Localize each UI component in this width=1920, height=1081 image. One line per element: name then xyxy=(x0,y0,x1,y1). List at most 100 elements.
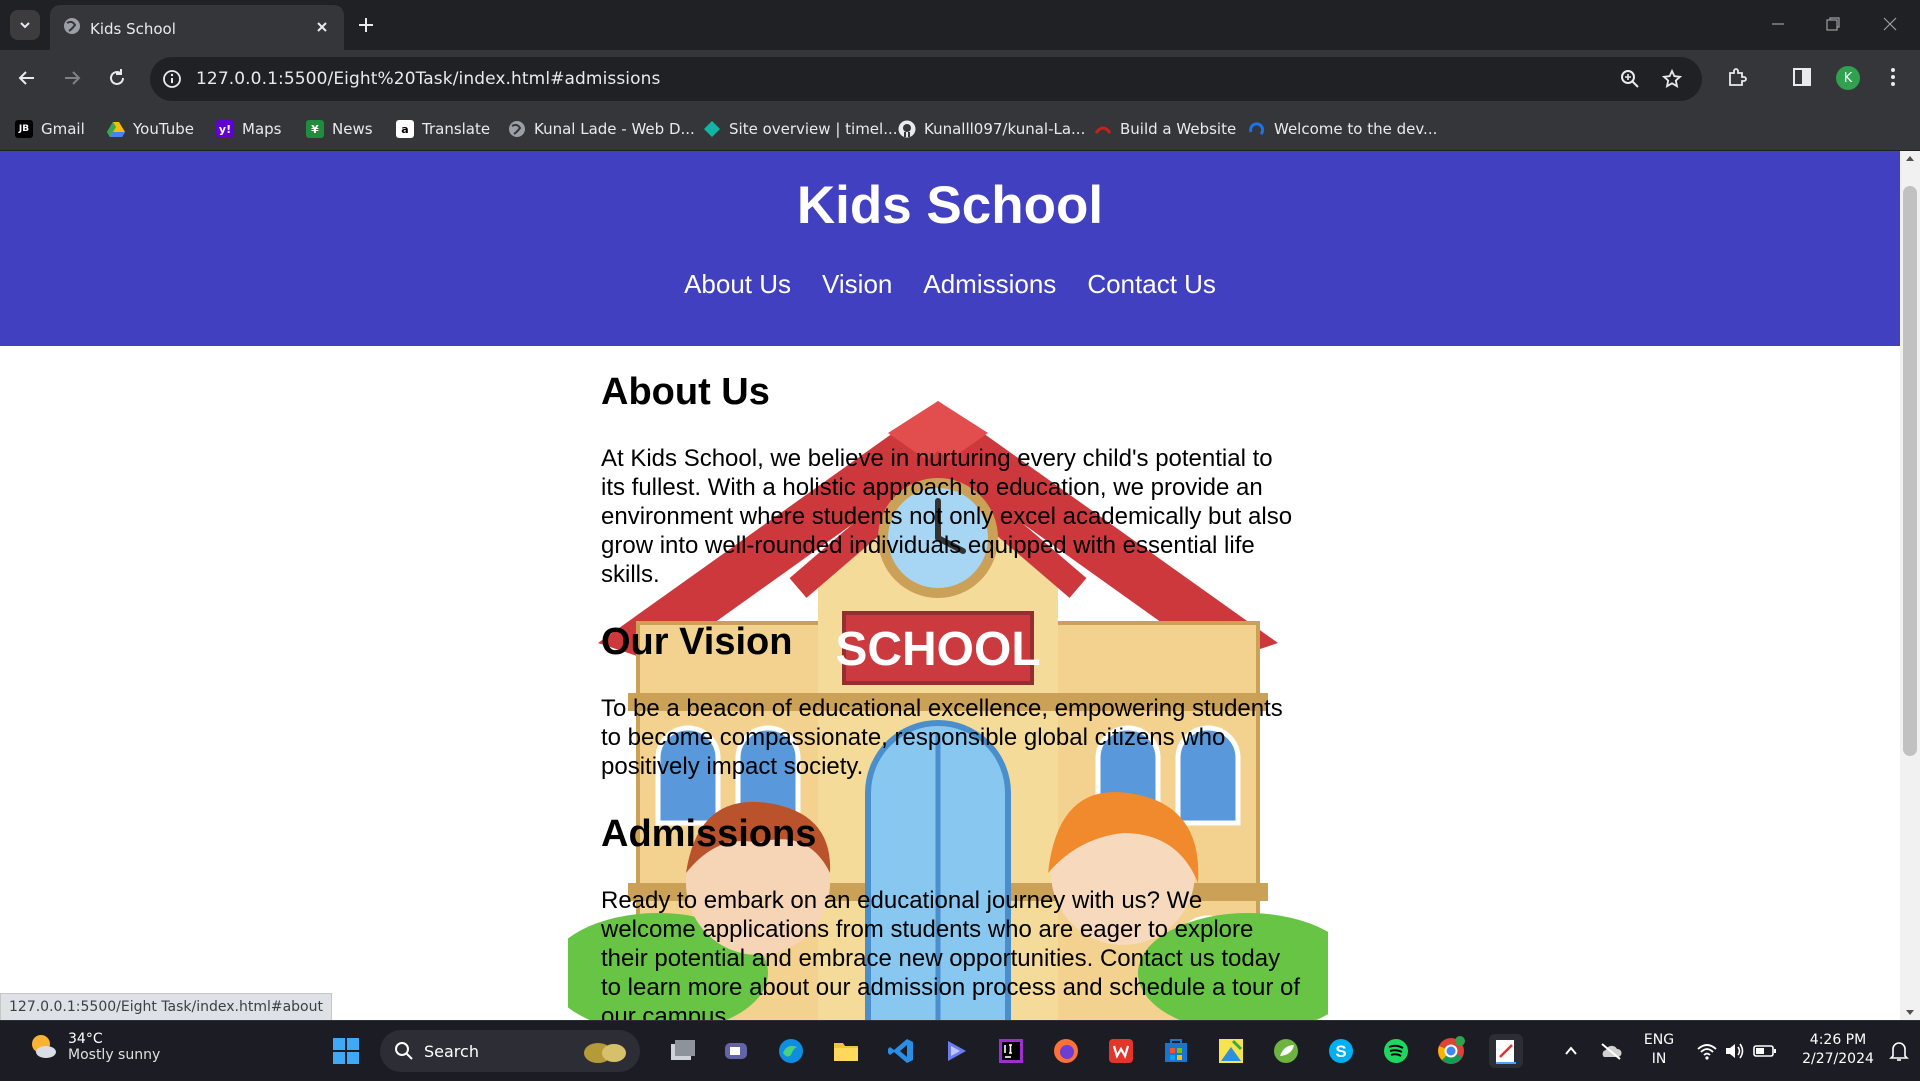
amazon-icon: a xyxy=(396,120,414,138)
bookmark-build-website[interactable]: Build a Website xyxy=(1094,118,1236,140)
spring-icon[interactable] xyxy=(1269,1034,1303,1068)
about-section: About Us At Kids School, we believe in n… xyxy=(601,371,1301,589)
vision-text: To be a beacon of educational excellence… xyxy=(601,695,1283,780)
bookmark-news[interactable]: ¥ News xyxy=(306,118,373,140)
scrollbar-thumb[interactable] xyxy=(1903,186,1917,756)
battery-icon[interactable] xyxy=(1748,1034,1782,1068)
bookmark-translate[interactable]: a Translate xyxy=(396,118,490,140)
edge-icon[interactable] xyxy=(774,1034,808,1068)
url-text: 127.0.0.1:5500/Eight%20Task/index.html#a… xyxy=(196,69,661,89)
bookmark-label: YouTube xyxy=(133,120,194,138)
search-icon xyxy=(395,1042,413,1060)
snipping-tool-icon[interactable] xyxy=(1489,1034,1523,1068)
intellij-icon[interactable] xyxy=(994,1034,1028,1068)
minimize-icon[interactable] xyxy=(1768,14,1788,34)
bookmark-gmail[interactable]: JB Gmail xyxy=(15,118,85,140)
tab-title: Kids School xyxy=(90,20,176,38)
web-page: Kids School About Us Vision Admissions C… xyxy=(0,151,1900,1020)
tab-strip: Kids School xyxy=(0,0,1920,50)
yahoo-icon: y! xyxy=(216,120,234,138)
store-icon[interactable] xyxy=(1159,1034,1193,1068)
office-icon[interactable] xyxy=(1104,1034,1138,1068)
nav-link-contact[interactable]: Contact Us xyxy=(1087,269,1216,300)
scroll-up-icon[interactable] xyxy=(1900,151,1920,165)
vscode-icon[interactable] xyxy=(884,1034,918,1068)
nav-link-vision[interactable]: Vision xyxy=(822,269,892,300)
taskbar-search[interactable]: Search xyxy=(380,1030,640,1072)
back-arrow-icon[interactable] xyxy=(13,64,41,92)
forward-arrow-icon[interactable] xyxy=(58,64,86,92)
nav-link-about[interactable]: About Us xyxy=(684,269,791,300)
bookmark-label: Gmail xyxy=(41,120,85,138)
media-player-icon[interactable] xyxy=(939,1034,973,1068)
restore-icon[interactable] xyxy=(1823,14,1843,34)
address-bar[interactable]: 127.0.0.1:5500/Eight%20Task/index.html#a… xyxy=(150,57,1702,101)
clock[interactable]: 4:26 PM 2/27/2024 xyxy=(1790,1031,1886,1069)
close-window-icon[interactable] xyxy=(1880,14,1900,34)
scroll-down-icon[interactable] xyxy=(1900,1006,1920,1020)
task-view-icon[interactable] xyxy=(666,1034,700,1068)
vision-heading: Our Vision xyxy=(601,621,793,663)
taskbar: 34°C Mostly sunny Search S ENG IN 4:26 P… xyxy=(0,1020,1920,1081)
bookmark-label: Maps xyxy=(242,120,282,138)
teams-icon[interactable] xyxy=(719,1034,753,1068)
weather-temp: 34°C xyxy=(68,1031,103,1047)
site-nav: About Us Vision Admissions Contact Us xyxy=(0,269,1900,300)
windows-start-icon[interactable] xyxy=(329,1034,363,1068)
bookmark-youtube[interactable]: YouTube xyxy=(107,118,194,140)
about-text: At Kids School, we believe in nurturing … xyxy=(601,445,1293,588)
bookmark-label: Site overview | timel... xyxy=(729,120,898,138)
sun-cloud-icon xyxy=(32,1035,56,1058)
bookmark-label: Kunal Lade - Web D... xyxy=(534,120,695,138)
github-icon xyxy=(898,120,916,138)
page-scrollbar[interactable] xyxy=(1900,151,1920,1020)
bookmarks-bar: JB Gmail YouTube y! Maps ¥ News a Transl… xyxy=(0,108,1920,151)
weather-desc: Mostly sunny xyxy=(68,1047,161,1063)
browser-tab[interactable]: Kids School xyxy=(50,5,344,50)
nav-link-admissions[interactable]: Admissions xyxy=(923,269,1056,300)
globe-icon xyxy=(508,120,526,138)
more-options-icon[interactable] xyxy=(1883,65,1903,89)
skype-icon[interactable]: S xyxy=(1324,1034,1358,1068)
language-indicator[interactable]: ENG IN xyxy=(1641,1031,1677,1069)
bookmark-welcome-dev[interactable]: Welcome to the dev... xyxy=(1248,118,1437,140)
bookmark-kunal-lade[interactable]: Kunal Lade - Web D... xyxy=(508,118,695,140)
photos-app-icon[interactable] xyxy=(1214,1034,1248,1068)
lang-line1: ENG xyxy=(1643,1032,1675,1048)
bookmark-label: Translate xyxy=(422,120,491,138)
side-panel-icon[interactable] xyxy=(1790,65,1814,89)
bookmark-maps[interactable]: y! Maps xyxy=(216,118,281,140)
bookmark-label: News xyxy=(332,120,373,138)
bookmark-label: Build a Website xyxy=(1120,120,1237,138)
vision-section: Our Vision To be a beacon of educational… xyxy=(601,621,1301,781)
bookmark-star-icon[interactable] xyxy=(1662,69,1682,89)
chevron-up-icon[interactable] xyxy=(1554,1034,1588,1068)
spotify-icon[interactable] xyxy=(1379,1034,1413,1068)
file-explorer-icon[interactable] xyxy=(829,1034,863,1068)
profile-avatar[interactable]: K xyxy=(1836,66,1860,90)
chrome-icon[interactable] xyxy=(1434,1034,1468,1068)
extensions-icon[interactable] xyxy=(1725,65,1749,89)
zoom-icon[interactable] xyxy=(1620,69,1640,89)
bookmark-site-overview[interactable]: Site overview | timel... xyxy=(703,118,898,140)
globe-icon xyxy=(63,17,81,35)
jetbrains-icon: JB xyxy=(15,120,33,138)
bookmark-github[interactable]: Kunalll097/kunal-La... xyxy=(898,118,1085,140)
admissions-heading: Admissions xyxy=(601,813,817,855)
reload-icon[interactable] xyxy=(103,64,131,92)
close-tab-icon[interactable] xyxy=(312,17,332,37)
firefox-icon[interactable] xyxy=(1049,1034,1083,1068)
onedrive-offline-icon[interactable] xyxy=(1594,1034,1628,1068)
tab-search-button[interactable] xyxy=(10,10,40,40)
bookmark-label: Kunalll097/kunal-La... xyxy=(924,120,1086,138)
news-icon: ¥ xyxy=(306,120,324,138)
weather-widget[interactable]: 34°C Mostly sunny xyxy=(28,1031,160,1063)
new-tab-icon[interactable] xyxy=(354,13,378,37)
site-header: Kids School About Us Vision Admissions C… xyxy=(0,151,1900,346)
diamond-icon xyxy=(703,120,721,138)
notifications-icon[interactable] xyxy=(1882,1034,1916,1068)
lang-line2: IN xyxy=(1651,1051,1667,1067)
volume-icon[interactable] xyxy=(1718,1034,1752,1068)
site-info-icon[interactable] xyxy=(162,69,182,89)
clock-time: 4:26 PM xyxy=(1809,1032,1867,1048)
